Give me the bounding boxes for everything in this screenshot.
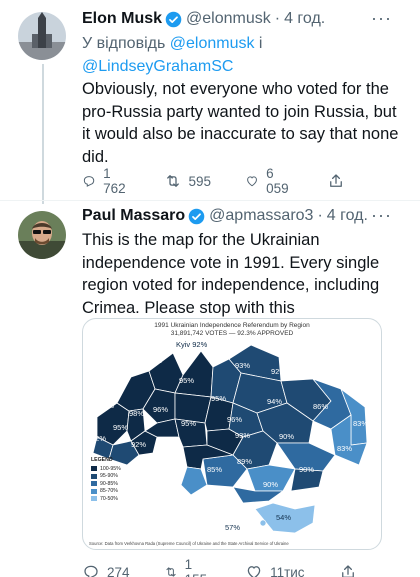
region-label: 83% bbox=[337, 444, 353, 453]
ukraine-map bbox=[92, 344, 368, 534]
reply-icon bbox=[84, 565, 98, 577]
like-button[interactable]: 6 059 bbox=[245, 166, 293, 196]
thread-line bbox=[42, 64, 44, 204]
region-label: 86% bbox=[313, 402, 329, 411]
region-label: 93% bbox=[235, 431, 251, 440]
map-region bbox=[180, 466, 208, 496]
region-label: 95% bbox=[147, 356, 163, 365]
reply-icon bbox=[83, 176, 95, 187]
legend-swatch bbox=[91, 488, 97, 494]
reply-count: 1 762 bbox=[103, 166, 126, 196]
handle[interactable]: @apmassaro3 bbox=[209, 207, 313, 225]
legend-item: 100-95% bbox=[91, 465, 121, 473]
region-label: 95% bbox=[211, 394, 227, 403]
region-label: 92% bbox=[271, 367, 287, 376]
like-button[interactable]: 11тис bbox=[245, 563, 305, 577]
reply-button[interactable]: 1 762 bbox=[82, 166, 130, 196]
map-image[interactable]: 1991 Ukrainian Independence Referendum b… bbox=[82, 318, 382, 550]
tweet-actions: 1 762 595 6 059 bbox=[82, 166, 342, 196]
region-label: 97% bbox=[99, 401, 115, 410]
region-label: 83% bbox=[353, 419, 369, 428]
avatar-elon[interactable] bbox=[18, 12, 66, 60]
region-label: Kyiv 92% bbox=[175, 340, 209, 349]
retweet-icon bbox=[166, 175, 179, 187]
avatar-paul[interactable] bbox=[18, 211, 66, 259]
handle[interactable]: @elonmusk bbox=[186, 10, 271, 28]
legend-label: 70-50% bbox=[100, 495, 118, 502]
timestamp[interactable]: 4 год. bbox=[327, 207, 368, 225]
retweet-count: 1 155 bbox=[184, 557, 208, 577]
map-source: Source: Data from Verkhovna Rada (Suprem… bbox=[89, 541, 289, 546]
heart-icon bbox=[247, 566, 261, 577]
legend-item: 95-90% bbox=[91, 473, 121, 481]
legend-item: 85-70% bbox=[91, 488, 121, 496]
reply-count: 274 bbox=[107, 564, 130, 577]
region-label: 57% bbox=[225, 523, 241, 532]
legend-swatch bbox=[91, 466, 97, 472]
region-label: 90% bbox=[299, 465, 315, 474]
region-label: 54% bbox=[276, 513, 292, 522]
region-label: 92% bbox=[131, 440, 147, 449]
reply-user-link[interactable]: @LindseyGrahamSC bbox=[82, 58, 233, 75]
region-label: 90% bbox=[263, 480, 279, 489]
separator: · bbox=[317, 207, 323, 224]
legend-label: 100-95% bbox=[100, 465, 121, 472]
legend-label: 90-85% bbox=[100, 480, 118, 487]
legend-item: 90-85% bbox=[91, 480, 121, 488]
legend-swatch bbox=[91, 496, 97, 502]
retweet-button[interactable]: 1 155 bbox=[164, 557, 212, 577]
tweet-elon[interactable]: Elon Musk @elonmusk · 4 год. ··· У відпо… bbox=[0, 0, 420, 204]
retweet-button[interactable]: 595 bbox=[164, 172, 212, 190]
share-icon bbox=[329, 174, 342, 187]
like-count: 6 059 bbox=[266, 166, 289, 196]
tweet-header: Paul Massaro @apmassaro3 · 4 год. bbox=[82, 207, 368, 225]
heart-icon bbox=[247, 176, 257, 187]
region-label: 96% bbox=[227, 415, 243, 424]
tweet-header: Elon Musk @elonmusk · 4 год. bbox=[82, 10, 325, 28]
region-label: 90% bbox=[279, 432, 295, 441]
tweet-text: This is the map for the Ukrainian indepe… bbox=[82, 231, 380, 317]
region-label: 92% bbox=[91, 434, 107, 443]
retweet-count: 595 bbox=[188, 173, 212, 189]
display-name[interactable]: Elon Musk bbox=[82, 10, 162, 28]
map-legend: LEGEND 100-95% 95-90% 90-85% 85-70% 70-5… bbox=[91, 457, 121, 503]
tweet-actions: 274 1 155 11тис bbox=[82, 557, 354, 577]
more-icon[interactable]: ··· bbox=[371, 8, 392, 29]
region-label: 94% bbox=[267, 397, 283, 406]
verified-badge-icon bbox=[188, 208, 205, 224]
legend-title: LEGEND bbox=[91, 457, 113, 463]
timestamp[interactable]: 4 год. bbox=[284, 10, 325, 28]
region-label: 93% bbox=[235, 361, 251, 370]
reply-button[interactable]: 274 bbox=[82, 563, 130, 577]
legend-item: 70-50% bbox=[91, 495, 121, 503]
reply-prefix: У відповідь bbox=[82, 35, 166, 52]
legend-swatch bbox=[91, 481, 97, 487]
separator: · bbox=[274, 10, 281, 27]
share-button[interactable] bbox=[327, 172, 352, 190]
region-label: 85% bbox=[207, 465, 223, 474]
region-label: 95% bbox=[179, 376, 195, 385]
region-label: 95% bbox=[181, 419, 197, 428]
legend-swatch bbox=[91, 473, 97, 479]
more-icon[interactable]: ··· bbox=[371, 205, 392, 226]
retweet-icon bbox=[165, 567, 176, 577]
region-label: 96% bbox=[153, 405, 169, 414]
reply-conjunction: і bbox=[258, 35, 263, 52]
like-count: 11тис bbox=[270, 564, 305, 577]
reply-user-link[interactable]: @elonmusk bbox=[170, 35, 255, 52]
region-label: 98% bbox=[129, 409, 145, 418]
legend-label: 95-90% bbox=[100, 473, 118, 480]
region-label: 89% bbox=[237, 457, 253, 466]
reply-context: У відповідь @elonmusk і @LindseyGrahamSC bbox=[82, 32, 392, 78]
region-label: 96% bbox=[121, 363, 137, 372]
region-label: 95% bbox=[113, 423, 129, 432]
share-button[interactable] bbox=[339, 563, 364, 577]
verified-badge-icon bbox=[165, 11, 182, 27]
display-name[interactable]: Paul Massaro bbox=[82, 207, 185, 225]
share-icon bbox=[341, 565, 354, 577]
legend-label: 85-70% bbox=[100, 488, 118, 495]
tweet-text: Obviously, not everyone who voted for th… bbox=[82, 80, 399, 166]
sevastopol-marker bbox=[259, 519, 267, 527]
